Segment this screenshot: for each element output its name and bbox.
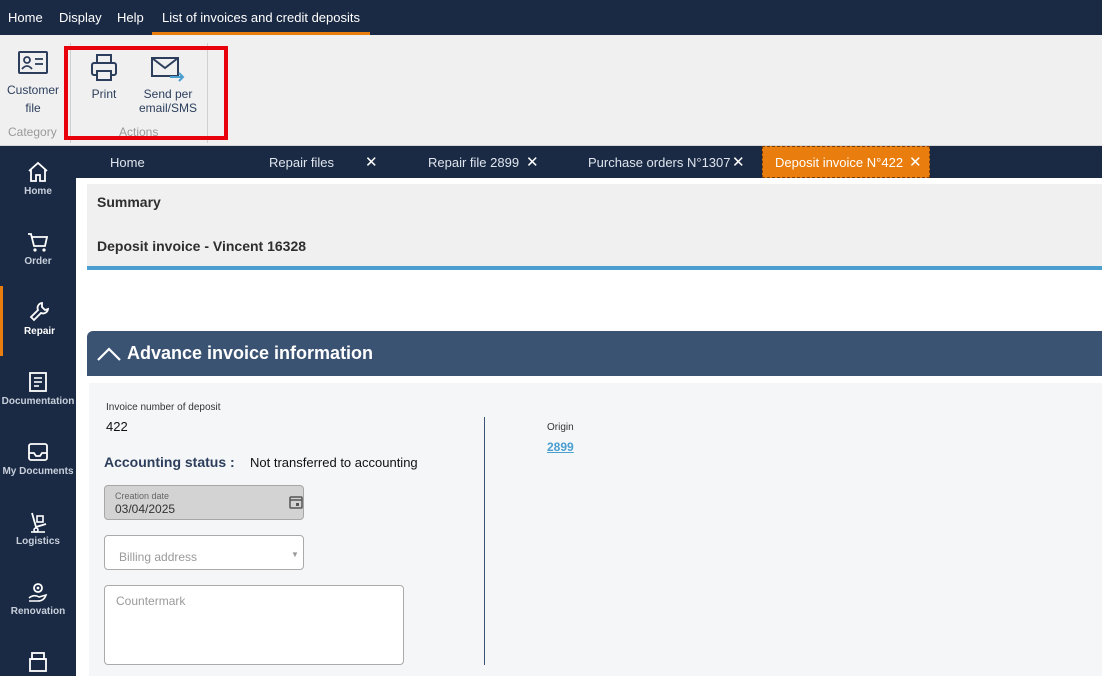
creation-date-field[interactable]: Creation date 03/04/2025 [104,485,304,520]
sidebar-label-logistics: Logistics [16,536,60,547]
sidebar-item-logistics[interactable]: Logistics [0,496,76,566]
section-header[interactable]: Advance invoice information [87,331,1102,376]
close-icon[interactable]: ✕ [909,147,922,179]
sidebar-item-my-documents[interactable]: My Documents [0,426,76,496]
gear-hand-icon [28,583,48,602]
tab-repair-files[interactable]: Repair files [269,146,334,178]
summary-subtitle: Deposit invoice - Vincent 16328 [97,238,307,254]
sidebar-item-renovation[interactable]: Renovation [0,566,76,636]
chevron-up-icon[interactable] [96,346,122,362]
hand-truck-icon [31,512,47,533]
cash-register-icon [29,652,47,672]
tab-repair-file[interactable]: Repair file 2899 [428,146,519,178]
wrench-icon [29,301,49,322]
home-icon [28,161,48,182]
category-group-label: Category [8,125,57,139]
close-icon[interactable]: ✕ [365,146,378,180]
customer-card-icon [18,51,48,74]
sidebar-label-home: Home [24,186,52,197]
origin-link[interactable]: 2899 [547,440,574,454]
accounting-status-value: Not transferred to accounting [250,455,418,470]
cart-icon [28,233,49,252]
section-title: Advance invoice information [127,343,374,363]
sidebar-item-order[interactable]: Order [0,216,76,286]
document-icon [29,372,47,392]
origin-label: Origin [547,422,574,433]
menu-help[interactable]: Help [117,0,144,35]
creation-date-label: Creation date [115,491,170,501]
tab-deposit-invoice-label: Deposit invoice N°422 [775,155,904,170]
invoice-number-value: 422 [106,419,128,434]
sidebar-label-renovation: Renovation [10,606,66,617]
tab-purchase-orders[interactable]: Purchase orders N°1307 [588,146,731,178]
billing-address-placeholder: Billing address [119,550,198,564]
chevron-down-icon: ▼ [291,550,299,559]
accounting-status-label: Accounting status : [104,454,235,470]
countermark-textarea[interactable]: Countermark [104,585,404,665]
customer-file-button[interactable]: Customer file [4,49,62,117]
sidebar-item-more[interactable] [0,636,76,676]
inbox-icon [28,443,48,461]
main-content: Summary Deposit invoice - Vincent 16328 … [76,178,1102,676]
invoice-number-label: Invoice number of deposit [106,402,221,413]
highlight-box [64,46,228,140]
sidebar-label-my-documents: My Documents [2,466,74,477]
calendar-icon[interactable] [289,495,303,509]
sidebar-item-documentation[interactable]: Documentation [0,356,76,426]
tab-bar: Home Repair files ✕ Repair file 2899 ✕ P… [76,146,1102,178]
summary-title: Summary [97,194,161,210]
customer-file-label: Customer file [6,83,59,115]
tab-deposit-invoice[interactable]: Deposit invoice N°422 ✕ [762,146,930,178]
sidebar-item-repair[interactable]: Repair [0,286,76,356]
sidebar: Home Order Repair Documentation My Docum… [0,146,76,676]
menu-bar: Home Display Help List of invoices and c… [0,0,1102,35]
section-body: Invoice number of deposit 422 Accounting… [89,383,1102,676]
countermark-placeholder: Countermark [116,594,186,608]
column-divider [484,417,485,665]
billing-address-select[interactable]: Billing address ▼ [104,535,304,570]
sidebar-label-order: Order [24,256,52,267]
menu-invoices-list[interactable]: List of invoices and credit deposits [152,0,370,35]
sidebar-label-documentation: Documentation [1,396,75,407]
sidebar-label-repair: Repair [23,326,56,337]
tab-home[interactable]: Home [110,146,145,178]
summary-panel: Summary Deposit invoice - Vincent 16328 [87,184,1102,270]
close-icon[interactable]: ✕ [526,146,539,180]
creation-date-value: 03/04/2025 [115,502,176,516]
sidebar-item-home[interactable]: Home [0,146,76,216]
menu-display[interactable]: Display [59,0,102,35]
menu-home[interactable]: Home [8,0,43,35]
close-icon[interactable]: ✕ [732,146,745,180]
